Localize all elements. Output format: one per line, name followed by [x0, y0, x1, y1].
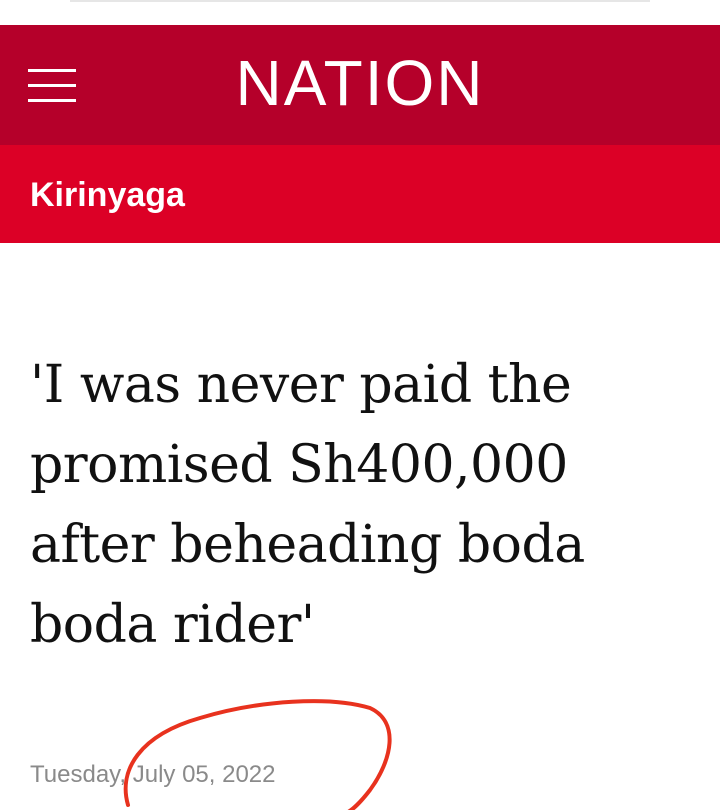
article-headline: 'I was never paid the promised Sh400,000…	[30, 355, 585, 655]
brand-logo[interactable]: NATION	[0, 47, 720, 119]
article-date: Tuesday, July 05, 2022	[30, 761, 276, 788]
site-header: NATION	[0, 25, 720, 145]
top-divider	[70, 0, 650, 2]
annotation-stroke	[123, 699, 392, 810]
section-bar: Kirinyaga	[0, 145, 720, 243]
section-link-kirinyaga[interactable]: Kirinyaga	[30, 176, 185, 214]
top-strip	[0, 0, 720, 25]
